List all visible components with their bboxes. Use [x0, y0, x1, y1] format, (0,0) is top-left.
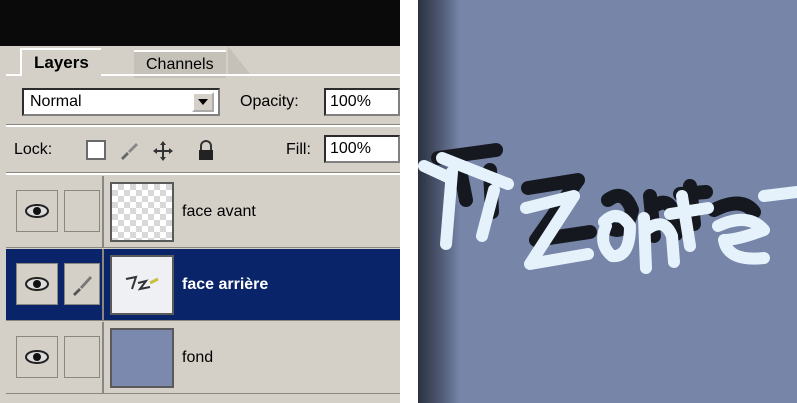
- fill-label: Fill:: [286, 141, 311, 158]
- layer-name[interactable]: fond: [182, 346, 213, 370]
- column-divider: [102, 322, 104, 394]
- tab-layers[interactable]: Layers: [20, 48, 101, 76]
- layer-thumbnail: [110, 255, 174, 315]
- layer-name[interactable]: face avant: [182, 200, 256, 224]
- blend-mode-select[interactable]: Normal: [22, 88, 220, 116]
- layer-thumbnail: [110, 328, 174, 388]
- lock-position-move-icon[interactable]: [152, 140, 173, 161]
- divider: [6, 172, 400, 175]
- fill-input[interactable]: 100%: [324, 135, 400, 163]
- column-divider: [102, 176, 104, 248]
- eye-icon: [25, 204, 49, 218]
- eye-icon: [25, 350, 49, 364]
- visibility-toggle[interactable]: [16, 263, 58, 305]
- visibility-toggle[interactable]: [16, 190, 58, 232]
- graffiti-artwork: [418, 143, 797, 274]
- opacity-input[interactable]: 100%: [324, 88, 400, 116]
- lock-transparency-checkbox-icon[interactable]: [86, 140, 106, 160]
- layer-row-fond[interactable]: fond: [6, 322, 400, 394]
- layer-row-face-avant[interactable]: face avant: [6, 176, 400, 248]
- blend-mode-dropdown-button[interactable]: [192, 92, 214, 112]
- tab-channels-edge: [228, 46, 250, 74]
- canvas-preview[interactable]: [418, 0, 797, 403]
- divider: [6, 124, 400, 127]
- link-toggle[interactable]: [64, 263, 100, 305]
- image-separator: [400, 0, 418, 403]
- layer-thumbnail: [110, 182, 174, 242]
- eye-icon: [25, 277, 49, 291]
- layer-row-face-arriere[interactable]: face arrière: [6, 249, 400, 321]
- brush-icon: [73, 276, 92, 296]
- tab-layers-edge: [118, 46, 134, 74]
- opacity-label: Opacity:: [240, 93, 299, 110]
- layers-panel: Channels Layers Normal Opacity: 100% Loc…: [0, 0, 400, 403]
- lock-pixels-brush-icon[interactable]: [118, 140, 138, 160]
- link-toggle[interactable]: [64, 190, 100, 232]
- link-toggle[interactable]: [64, 336, 100, 378]
- layer-name[interactable]: face arrière: [182, 273, 268, 297]
- lock-label: Lock:: [14, 141, 53, 158]
- chevron-down-icon: [198, 99, 208, 105]
- column-divider: [102, 249, 104, 321]
- lock-all-padlock-icon[interactable]: [196, 140, 216, 160]
- visibility-toggle[interactable]: [16, 336, 58, 378]
- panel-title-bar: [0, 0, 400, 46]
